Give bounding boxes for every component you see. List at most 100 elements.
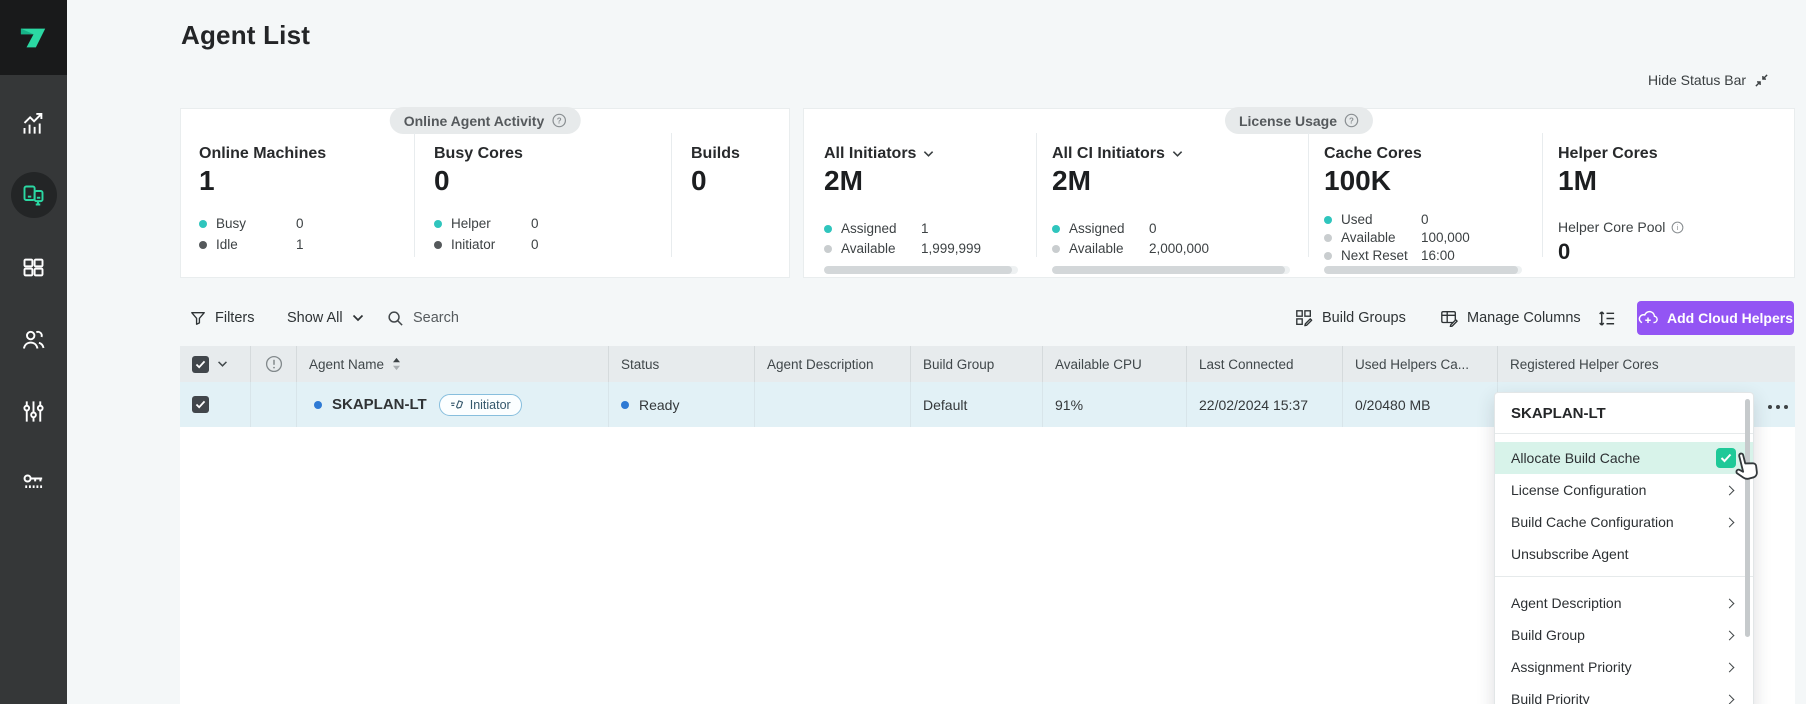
all-initiators-dropdown[interactable]: All Initiators — [824, 145, 934, 163]
sidebar-item-users[interactable] — [0, 316, 67, 362]
hide-status-bar-button[interactable]: Hide Status Bar — [1648, 72, 1769, 88]
legend-available: Available 100,000 — [1324, 230, 1470, 245]
help-icon[interactable]: ? — [1344, 113, 1359, 128]
hide-status-bar-label: Hide Status Bar — [1648, 72, 1746, 88]
menu-item-license-configuration[interactable]: License Configuration — [1495, 474, 1753, 506]
menu-scrollbar[interactable] — [1745, 399, 1750, 637]
menu-item-build-group[interactable]: Build Group — [1495, 619, 1753, 651]
divider — [1308, 133, 1309, 257]
menu-item-allocate-build-cache[interactable]: Allocate Build Cache — [1495, 442, 1753, 474]
online-agent-activity-panel: Online Agent Activity ? Online Machines … — [180, 108, 790, 278]
chevron-down-icon — [352, 314, 364, 322]
helper-dot — [434, 220, 442, 228]
assigned-dot — [824, 225, 832, 233]
cache-cores-usage-bar — [1324, 266, 1522, 274]
menu-item-agent-description[interactable]: Agent Description — [1495, 587, 1753, 619]
initiator-icon — [450, 399, 464, 411]
divider — [414, 133, 415, 257]
svg-text:i: i — [1677, 223, 1679, 232]
menu-item-assignment-priority[interactable]: Assignment Priority — [1495, 651, 1753, 683]
legend-assigned: Assigned 0 — [1052, 221, 1157, 236]
submenu-chevron-icon — [1725, 662, 1735, 672]
row-last-connected-cell: 22/02/2024 15:37 — [1186, 382, 1342, 427]
search-input[interactable]: Search — [387, 304, 459, 332]
legend-assigned: Assigned 1 — [824, 221, 929, 236]
manage-columns-icon — [1440, 309, 1458, 327]
sidebar-item-license[interactable] — [0, 459, 67, 505]
row-agent-name-cell: SKAPLAN-LT Initiator — [296, 382, 608, 427]
idle-dot — [199, 241, 207, 249]
legend-idle: Idle 1 — [199, 237, 304, 252]
sidebar-item-dashboard[interactable] — [0, 100, 67, 146]
submenu-chevron-icon — [1725, 485, 1735, 495]
row-alert-cell — [250, 382, 296, 427]
incredibuild-logo-icon — [0, 0, 67, 75]
add-cloud-helpers-button[interactable]: Add Cloud Helpers — [1637, 301, 1794, 335]
all-ci-initiators-dropdown[interactable]: All CI Initiators — [1052, 145, 1183, 163]
row-build-group-cell: Default — [910, 382, 1042, 427]
row-used-helpers-cell: 0/20480 MB — [1342, 382, 1497, 427]
menu-divider — [1495, 576, 1753, 577]
checked-checkbox-icon[interactable] — [1716, 448, 1736, 468]
online-dot — [314, 401, 322, 409]
initiator-badge: Initiator — [439, 394, 522, 416]
initiator-dot — [434, 241, 442, 249]
used-dot — [1324, 216, 1332, 224]
busy-dot — [199, 220, 207, 228]
filter-icon — [190, 310, 206, 326]
sidebar-item-builds[interactable] — [0, 244, 67, 290]
submenu-chevron-icon — [1725, 630, 1735, 640]
divider — [1542, 133, 1543, 257]
legend-next-reset: Next Reset 16:00 — [1324, 248, 1455, 263]
row-available-cpu-cell: 91% — [1042, 382, 1186, 427]
collapse-icon — [1754, 73, 1769, 88]
available-dot — [1052, 245, 1060, 253]
header-agent-name[interactable]: Agent Name — [296, 346, 608, 382]
table-header: Agent Name Status Agent Description Buil… — [180, 346, 1795, 382]
info-icon[interactable]: i — [1671, 221, 1684, 234]
help-icon[interactable]: ? — [551, 113, 566, 128]
filters-button[interactable]: Filters — [190, 304, 254, 332]
header-agent-description: Agent Description — [754, 346, 910, 382]
status-dot — [621, 401, 629, 409]
show-all-dropdown[interactable]: Show All — [287, 304, 364, 332]
agent-name: SKAPLAN-LT — [332, 396, 427, 413]
page-title: Agent List — [181, 20, 310, 51]
menu-item-unsubscribe-agent[interactable]: Unsubscribe Agent — [1495, 538, 1753, 570]
divider — [671, 133, 672, 257]
agent-context-menu: SKAPLAN-LT Allocate Build Cache License … — [1494, 392, 1754, 704]
row-select-cell — [180, 382, 250, 427]
row-checkbox[interactable] — [192, 396, 209, 413]
more-options-icon[interactable] — [1764, 399, 1792, 415]
available-dot — [1324, 234, 1332, 242]
manage-columns-button[interactable]: Manage Columns — [1440, 304, 1581, 332]
search-icon — [387, 310, 404, 327]
header-status: Status — [608, 346, 754, 382]
chevron-down-icon[interactable] — [217, 361, 228, 368]
sort-icon[interactable] — [392, 357, 401, 371]
select-all-checkbox[interactable] — [192, 356, 209, 373]
submenu-chevron-icon — [1725, 598, 1735, 608]
sidebar-item-agents[interactable] — [0, 172, 67, 218]
menu-item-build-cache-configuration[interactable]: Build Cache Configuration — [1495, 506, 1753, 538]
next-reset-dot — [1324, 252, 1332, 260]
chevron-down-icon — [1172, 150, 1183, 158]
sidebar — [0, 0, 67, 704]
submenu-chevron-icon — [1725, 517, 1735, 527]
context-menu-title: SKAPLAN-LT — [1495, 393, 1753, 434]
row-agent-description-cell — [754, 382, 910, 427]
legend-used: Used 0 — [1324, 212, 1429, 227]
assigned-dot — [1052, 225, 1060, 233]
legend-available: Available 1,999,999 — [824, 241, 981, 256]
build-groups-icon — [1295, 309, 1313, 327]
sidebar-item-settings[interactable] — [0, 388, 67, 434]
menu-item-build-priority[interactable]: Build Priority — [1495, 683, 1753, 704]
available-dot — [824, 245, 832, 253]
chevron-down-icon — [923, 150, 934, 158]
cloud-add-icon — [1638, 310, 1658, 326]
license-usage-pill: License Usage ? — [1225, 107, 1373, 134]
row-height-button[interactable] — [1597, 304, 1616, 332]
row-height-icon — [1597, 309, 1616, 328]
legend-initiator: Initiator 0 — [434, 237, 539, 252]
build-groups-button[interactable]: Build Groups — [1295, 304, 1406, 332]
